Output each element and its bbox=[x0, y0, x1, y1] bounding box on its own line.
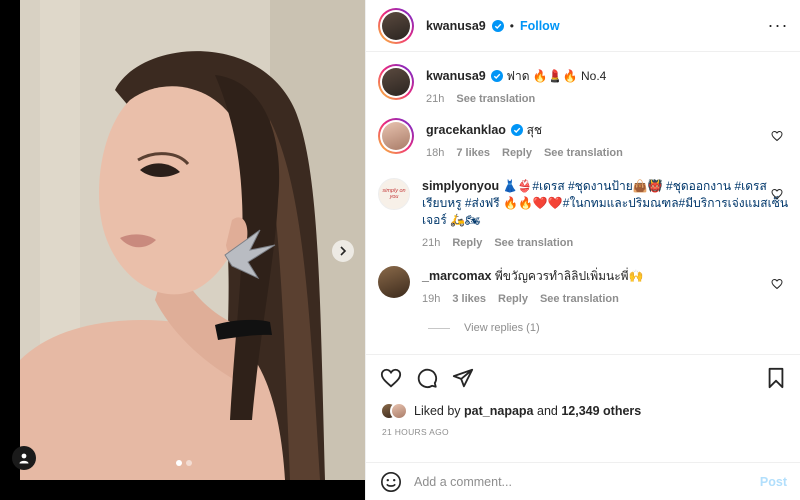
comment-text: สุช bbox=[526, 123, 543, 137]
follow-button[interactable]: Follow bbox=[520, 19, 560, 33]
commenter-avatar[interactable] bbox=[378, 118, 414, 154]
liker-avatar[interactable] bbox=[390, 402, 408, 420]
comment-username[interactable]: _marcomax bbox=[422, 269, 492, 283]
see-translation-link[interactable]: See translation bbox=[456, 91, 535, 108]
user-tag-button[interactable] bbox=[12, 446, 36, 470]
comment-username[interactable]: simplyonyou bbox=[422, 179, 499, 193]
comment-emoji: 👗👙 bbox=[502, 179, 533, 193]
see-translation-link[interactable]: See translation bbox=[544, 145, 623, 162]
chevron-right-icon bbox=[340, 246, 347, 256]
heart-icon[interactable] bbox=[380, 367, 402, 389]
verified-badge-icon bbox=[491, 70, 504, 82]
post-header: kwanusa9 • Follow ··· bbox=[366, 0, 800, 52]
commenter-avatar[interactable] bbox=[378, 266, 410, 298]
caption-avatar[interactable] bbox=[378, 64, 414, 100]
likes-summary: Liked by pat_napapa and 12,349 others bbox=[366, 401, 800, 421]
carousel-indicator bbox=[176, 460, 192, 466]
bookmark-icon[interactable] bbox=[765, 367, 787, 389]
author-avatar[interactable] bbox=[378, 7, 414, 44]
carousel-dot bbox=[186, 460, 192, 466]
verified-badge-icon bbox=[511, 124, 524, 136]
dot-separator: • bbox=[509, 18, 514, 33]
carousel-dot-active bbox=[176, 460, 182, 466]
media-letterbox-bottom bbox=[0, 480, 365, 500]
liked-by-label: Liked by bbox=[414, 404, 461, 418]
post-timestamp[interactable]: 21 HOURS AGO bbox=[366, 421, 800, 443]
likes-and: and bbox=[537, 404, 558, 418]
comment-bubble-icon[interactable] bbox=[416, 367, 438, 389]
caption-text: ฟาด 🔥💄🔥 No.4 bbox=[506, 69, 607, 83]
action-bar bbox=[366, 355, 800, 401]
comments-list: kwanusa9 ฟาด 🔥💄🔥 No.4 21h See translatio… bbox=[366, 52, 800, 354]
comment-like-heart-icon[interactable] bbox=[771, 188, 783, 200]
post-caption: kwanusa9 ฟาด 🔥💄🔥 No.4 21h See translatio… bbox=[378, 64, 789, 108]
comment-like-heart-icon[interactable] bbox=[771, 278, 783, 290]
post-details-panel: kwanusa9 • Follow ··· kwanusa9 ฟาด 🔥💄🔥 N… bbox=[365, 0, 800, 500]
paper-plane-icon[interactable] bbox=[452, 367, 474, 389]
reply-button[interactable]: Reply bbox=[498, 291, 528, 308]
comment-item: simply on you simplyonyou 👗👙#เดรส #ชุดงา… bbox=[378, 178, 789, 252]
caption-time[interactable]: 21h bbox=[426, 91, 444, 108]
likes-count[interactable]: 12,349 others bbox=[561, 404, 641, 418]
comment-likes[interactable]: 3 likes bbox=[452, 291, 486, 308]
comment-time[interactable]: 21h bbox=[422, 235, 440, 252]
portrait-illustration bbox=[20, 0, 365, 480]
comment-time[interactable]: 18h bbox=[426, 145, 444, 162]
caption-username[interactable]: kwanusa9 bbox=[426, 69, 486, 83]
reply-button[interactable]: Reply bbox=[452, 235, 482, 252]
user-tag-icon bbox=[19, 453, 29, 464]
comment-item: _marcomax พี่ขวัญควรทำลิลิปเพิ่มนะพี่🙌 1… bbox=[378, 266, 789, 308]
post-photo[interactable] bbox=[20, 0, 365, 480]
author-username[interactable]: kwanusa9 bbox=[426, 19, 486, 33]
view-replies-button[interactable]: View replies (1) bbox=[428, 322, 540, 334]
replies-divider bbox=[428, 327, 450, 329]
post-actions-section: Liked by pat_napapa and 12,349 others 21… bbox=[366, 354, 800, 443]
comment-input[interactable] bbox=[414, 474, 760, 489]
liker-username[interactable]: pat_napapa bbox=[464, 404, 533, 418]
comment-likes[interactable]: 7 likes bbox=[456, 145, 490, 162]
commenter-avatar[interactable]: simply on you bbox=[378, 178, 410, 210]
see-translation-link[interactable]: See translation bbox=[494, 235, 573, 252]
see-translation-link[interactable]: See translation bbox=[540, 291, 619, 308]
view-replies-label[interactable]: View replies (1) bbox=[464, 322, 540, 334]
post-media bbox=[0, 0, 365, 500]
verified-badge-icon bbox=[491, 19, 504, 32]
comment-like-heart-icon[interactable] bbox=[771, 130, 783, 142]
reply-button[interactable]: Reply bbox=[502, 145, 532, 162]
more-options-icon[interactable]: ··· bbox=[768, 15, 788, 36]
comment-text: พี่ขวัญควรทำลิลิปเพิ่มนะพี่🙌 bbox=[494, 269, 644, 283]
media-letterbox-left bbox=[0, 0, 20, 500]
comment-username[interactable]: gracekanklao bbox=[426, 123, 506, 137]
post-comment-button[interactable]: Post bbox=[760, 475, 787, 489]
add-comment-bar: Post bbox=[366, 462, 800, 500]
comment-time[interactable]: 19h bbox=[422, 291, 440, 308]
comment-item: gracekanklao สุช 18h 7 likes Reply See t… bbox=[378, 118, 789, 162]
smiley-icon[interactable] bbox=[380, 471, 402, 493]
carousel-next-button[interactable] bbox=[332, 240, 354, 262]
